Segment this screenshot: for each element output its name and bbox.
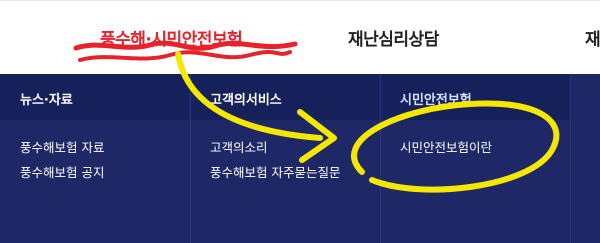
column-customer-service: 고객의소리 풍수해보험 자주묻는질문 (190, 120, 380, 243)
column-header-news: 뉴스·자료 (0, 74, 190, 120)
top-navigation-bar: 풍수해·시민안전보험 재난심리상담 재 (0, 0, 600, 74)
nav-next-item-truncated[interactable]: 재 (585, 25, 600, 50)
column-header-citizen-insurance: 시민안전보험 (380, 74, 570, 120)
column-heading-news[interactable]: 뉴스·자료 (20, 89, 73, 108)
nav-disaster-psych-counseling[interactable]: 재난심리상담 (348, 25, 439, 50)
mega-menu: 뉴스·자료 풍수해보험 자료 풍수해보험 공지 고객의서비스 고객의소리 풍수해… (0, 74, 600, 243)
link-customer-voice[interactable]: 고객의소리 (210, 137, 268, 156)
link-flood-insurance-faq[interactable]: 풍수해보험 자주묻는질문 (210, 162, 340, 181)
link-flood-insurance-materials[interactable]: 풍수해보험 자료 (20, 137, 104, 156)
column-divider (190, 74, 191, 243)
column-heading-citizen-insurance[interactable]: 시민안전보험 (400, 89, 472, 108)
link-what-is-citizen-insurance[interactable]: 시민안전보험이란 (400, 137, 492, 156)
column-heading-customer-service[interactable]: 고객의서비스 (210, 89, 282, 108)
column-citizen-insurance: 시민안전보험이란 (380, 120, 570, 243)
column-news: 풍수해보험 자료 풍수해보험 공지 (0, 120, 190, 243)
column-divider (570, 74, 571, 243)
column-header-customer-service: 고객의서비스 (190, 74, 380, 120)
column-divider (380, 74, 381, 243)
nav-disaster-citizen-insurance[interactable]: 풍수해·시민안전보험 (100, 25, 243, 50)
link-flood-insurance-notice[interactable]: 풍수해보험 공지 (20, 162, 104, 181)
